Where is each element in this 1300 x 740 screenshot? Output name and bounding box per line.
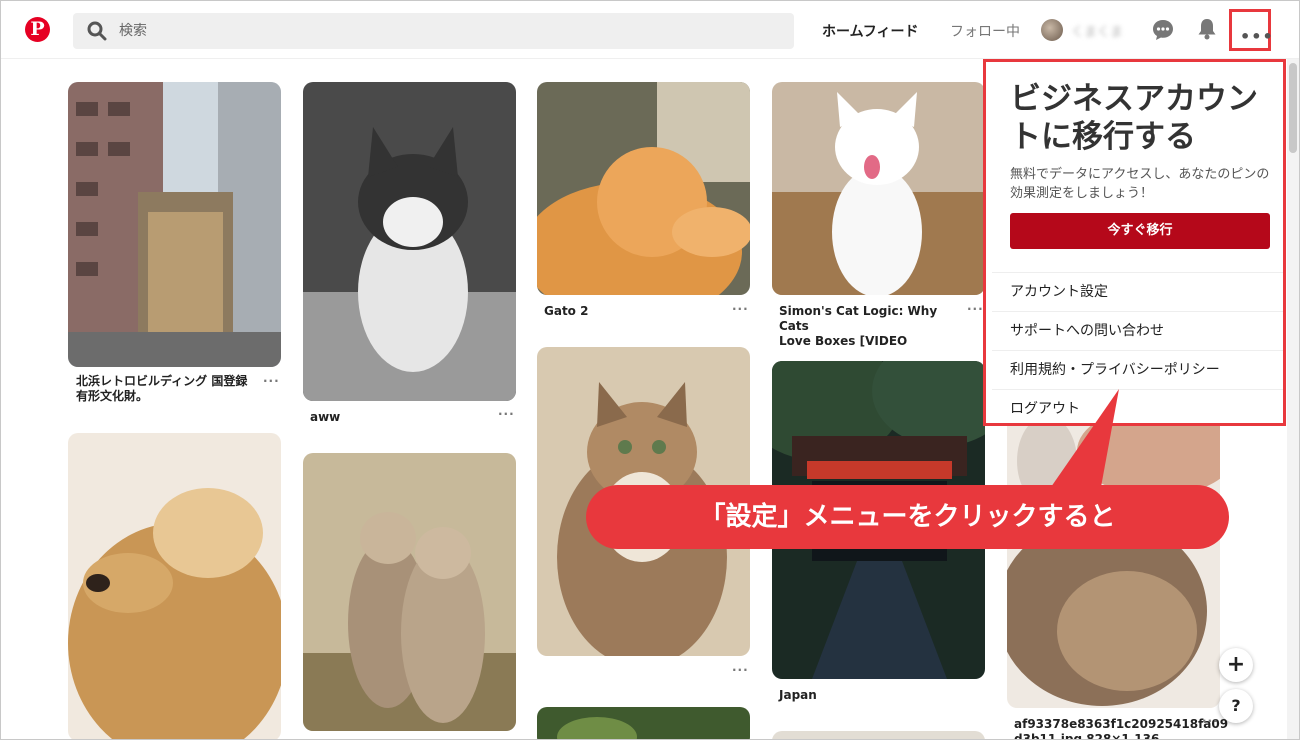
bell-icon[interactable] — [1197, 18, 1217, 40]
pin-more-button[interactable]: ··· — [263, 374, 280, 388]
migrate-now-button[interactable]: 今すぐ移行 — [1010, 213, 1270, 249]
add-pin-button[interactable]: + — [1219, 648, 1253, 682]
pin-title-aww: aww — [310, 410, 341, 424]
help-button[interactable]: ? — [1219, 689, 1253, 723]
profile-username[interactable]: くまくま — [1071, 21, 1123, 40]
partial-image — [772, 731, 985, 739]
pin-image-partial[interactable] — [772, 731, 985, 739]
more-options-button[interactable]: ••• — [1229, 9, 1274, 51]
nav-home-feed[interactable]: ホームフィード — [822, 21, 918, 41]
pin-image-building[interactable] — [68, 82, 281, 367]
dropdown-subtitle: 無料でデータにアクセスし、あなたのピンの効果測定をしましょう！ — [1010, 167, 1270, 201]
green-image — [537, 707, 750, 739]
callout-pointer — [1051, 389, 1119, 487]
pin-title-jpg: af93378e8363f1c20925418fa09 d3b11.jpg 82… — [1014, 717, 1229, 740]
settings-dropdown: ビジネスアカウントに移行する 無料でデータにアクセスし、あなたのピンの効果測定を… — [983, 59, 1286, 426]
building-image — [68, 82, 281, 367]
dog-image — [68, 433, 281, 739]
scrollbar-thumb[interactable] — [1289, 63, 1297, 153]
screenshot-frame: P ホームフィード フォロー中 くまくま ••• — [0, 0, 1300, 740]
pin-title-japan: Japan — [779, 688, 817, 702]
scrollbar-track[interactable] — [1287, 59, 1299, 739]
pinterest-logo[interactable]: P — [25, 17, 50, 42]
menu-item-support[interactable]: サポートへの問い合わせ — [992, 311, 1283, 350]
pin-image-white-cat[interactable] — [772, 82, 985, 295]
pin-more-button[interactable]: ··· — [967, 302, 984, 316]
lynx-image — [303, 453, 516, 731]
pin-title-simons-cat: Simon's Cat Logic: Why Cats Love Boxes [… — [779, 304, 938, 348]
menu-item-account-settings[interactable]: アカウント設定 — [992, 272, 1283, 311]
pin-image-green[interactable] — [537, 707, 750, 739]
pin-more-button[interactable]: ··· — [732, 663, 749, 677]
pin-more-button[interactable]: ··· — [732, 302, 749, 316]
pin-image-lynx[interactable] — [303, 453, 516, 731]
pin-image-dog[interactable] — [68, 433, 281, 739]
orange-cat-image — [537, 82, 750, 295]
pin-title-building: 北浜レトロビルディング 国登録 有形文化財。 — [76, 374, 248, 403]
pin-more-button[interactable]: ··· — [1202, 714, 1219, 728]
chat-icon[interactable] — [1152, 19, 1174, 41]
kitten-bw-image — [303, 82, 516, 401]
pin-image-orange-cat[interactable] — [537, 82, 750, 295]
pin-image-kitten-bw[interactable] — [303, 82, 516, 401]
search-icon — [87, 21, 107, 41]
menu-item-terms-privacy[interactable]: 利用規約・プライバシーポリシー — [992, 350, 1283, 389]
avatar[interactable] — [1041, 19, 1063, 41]
dropdown-title: ビジネスアカウントに移行する — [1010, 81, 1258, 155]
search-input[interactable] — [119, 13, 779, 49]
pin-title-gato: Gato 2 — [544, 304, 589, 318]
nav-following[interactable]: フォロー中 — [950, 21, 1020, 41]
callout-annotation: 「設定」メニューをクリックすると — [586, 485, 1229, 549]
search-bar[interactable] — [73, 13, 794, 49]
white-cat-image — [772, 82, 985, 295]
more-dots-icon: ••• — [1240, 27, 1274, 46]
pin-more-button[interactable]: ··· — [498, 407, 515, 421]
top-header: P ホームフィード フォロー中 くまくま ••• — [1, 1, 1299, 59]
